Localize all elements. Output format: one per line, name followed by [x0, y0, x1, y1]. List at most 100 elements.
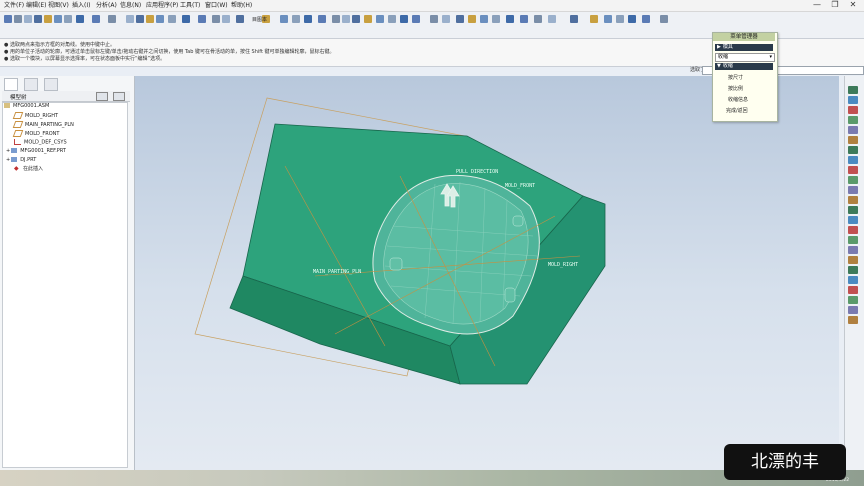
menu-item-shrink-info[interactable]: 收缩信息 — [728, 96, 748, 103]
toolbar-icon[interactable] — [76, 15, 84, 23]
toolbar-icon[interactable] — [534, 15, 542, 23]
menu-file[interactable]: 文件(F) — [4, 1, 24, 10]
tab-folder-browser[interactable] — [24, 78, 38, 91]
right-toolbar-icon[interactable] — [848, 146, 858, 154]
toolbar-icon[interactable] — [616, 15, 624, 23]
toolbar-icon[interactable] — [292, 15, 300, 23]
toolbar-icon[interactable] — [198, 15, 206, 23]
toolbar-icon[interactable] — [14, 15, 22, 23]
toolbar-icon[interactable] — [376, 15, 384, 23]
menu-insert[interactable]: 插入(I) — [72, 1, 90, 10]
toolbar-icon[interactable] — [604, 15, 612, 23]
toolbar-icon[interactable] — [442, 15, 450, 23]
minimize-button[interactable]: — — [808, 0, 826, 10]
right-toolbar-icon[interactable] — [848, 316, 858, 324]
toolbar-icon[interactable] — [364, 15, 372, 23]
toolbar-icon[interactable] — [182, 15, 190, 23]
toolbar-icon[interactable] — [304, 15, 312, 23]
right-toolbar-icon[interactable] — [848, 256, 858, 264]
toolbar-icon[interactable] — [236, 15, 244, 23]
toolbar-icon[interactable] — [456, 15, 464, 23]
toolbar-icon[interactable] — [492, 15, 500, 23]
toolbar-icon[interactable] — [4, 15, 12, 23]
toolbar-icon[interactable] — [400, 15, 408, 23]
menu-mold[interactable]: ▶ 模具 — [715, 44, 773, 51]
graphics-viewport[interactable]: PULL DIRECTION MAIN_PARTING_PLN MOLD_FRO… — [135, 76, 839, 470]
toolbar-icon[interactable] — [92, 15, 100, 23]
toolbar-icon[interactable] — [642, 15, 650, 23]
menu-info[interactable]: 信息(N) — [120, 1, 141, 10]
menu-tools[interactable]: 工具(T) — [180, 1, 200, 10]
tab-favorites[interactable] — [44, 78, 58, 91]
toolbar-icon[interactable] — [506, 15, 514, 23]
menu-item-by-scale[interactable]: 按比例 — [728, 85, 743, 92]
toolbar-icon[interactable] — [126, 15, 134, 23]
tree-item[interactable]: MOLD_RIGHT — [12, 112, 58, 120]
toolbar-icon[interactable] — [168, 15, 176, 23]
close-button[interactable]: ✕ — [844, 0, 862, 10]
right-toolbar-icon[interactable] — [848, 126, 858, 134]
right-toolbar-icon[interactable] — [848, 206, 858, 214]
toolbar-icon[interactable] — [108, 15, 116, 23]
toolbar-icon[interactable] — [388, 15, 396, 23]
menu-view[interactable]: 视图(V) — [48, 1, 69, 10]
right-toolbar-icon[interactable] — [848, 186, 858, 194]
right-toolbar-icon[interactable] — [848, 216, 858, 224]
right-toolbar-icon[interactable] — [848, 306, 858, 314]
menu-dropdown[interactable]: 收缩 ▾ — [715, 53, 775, 62]
done-return-button[interactable]: 完成/返回 — [726, 107, 748, 114]
right-toolbar-icon[interactable] — [848, 296, 858, 304]
right-toolbar-icon[interactable] — [848, 86, 858, 94]
menu-applications[interactable]: 应用程序(P) — [146, 1, 178, 10]
restore-button[interactable]: ❐ — [826, 0, 844, 10]
tree-item[interactable]: MFG0001.ASM — [4, 103, 49, 110]
toolbar-icon[interactable] — [590, 15, 598, 23]
tree-item[interactable]: MOLD_DEF_CSYS — [14, 139, 67, 147]
toolbar-icon[interactable] — [332, 15, 340, 23]
right-toolbar-icon[interactable] — [848, 196, 858, 204]
toolbar-icon[interactable] — [628, 15, 636, 23]
toolbar-icon[interactable] — [24, 15, 32, 23]
menu-help[interactable]: 帮助(H) — [231, 1, 252, 10]
toolbar-icon[interactable] — [54, 15, 62, 23]
right-toolbar-icon[interactable] — [848, 136, 858, 144]
tree-settings-button[interactable] — [96, 92, 108, 101]
toolbar-icon[interactable] — [570, 15, 578, 23]
tree-item[interactable]: + DJ.PRT — [6, 157, 36, 164]
right-toolbar-icon[interactable] — [848, 106, 858, 114]
toolbar-icon[interactable] — [136, 15, 144, 23]
toolbar-icon[interactable] — [222, 15, 230, 23]
tree-item[interactable]: MOLD_FRONT — [12, 130, 59, 138]
right-toolbar-icon[interactable] — [848, 236, 858, 244]
toolbar-icon[interactable] — [318, 15, 326, 23]
toolbar-icon[interactable] — [44, 15, 52, 23]
toolbar-icon[interactable] — [146, 15, 154, 23]
right-toolbar-icon[interactable] — [848, 266, 858, 274]
expand-icon[interactable]: + — [6, 157, 10, 163]
right-toolbar-icon[interactable] — [848, 286, 858, 294]
toolbar-icon[interactable] — [430, 15, 438, 23]
menu-shrinkage-section[interactable]: ▼ 收缩 — [715, 63, 773, 70]
right-toolbar-icon[interactable] — [848, 96, 858, 104]
tree-item[interactable]: + MFG0001_REF.PRT — [6, 148, 66, 155]
right-toolbar-icon[interactable] — [848, 166, 858, 174]
tab-model-tree[interactable] — [4, 78, 18, 91]
toolbar-icon[interactable] — [520, 15, 528, 23]
toolbar-icon[interactable] — [480, 15, 488, 23]
menu-analysis[interactable]: 分析(A) — [96, 1, 117, 10]
toolbar-icon[interactable] — [660, 15, 668, 23]
toolbar-icon[interactable] — [468, 15, 476, 23]
toolbar-icon[interactable] — [412, 15, 420, 23]
toolbar-icon[interactable] — [342, 15, 350, 23]
right-toolbar-icon[interactable] — [848, 116, 858, 124]
tree-item[interactable]: ◆ 在此插入 — [14, 166, 43, 173]
tree-filter-button[interactable] — [113, 92, 125, 101]
menu-item-by-dimension[interactable]: 按尺寸 — [728, 74, 743, 81]
expand-icon[interactable]: + — [6, 148, 10, 154]
toolbar-icon[interactable] — [280, 15, 288, 23]
menu-edit[interactable]: 编辑(E) — [26, 1, 46, 10]
right-toolbar-icon[interactable] — [848, 276, 858, 284]
toolbar-icon[interactable] — [156, 15, 164, 23]
toolbar-icon[interactable] — [34, 15, 42, 23]
right-toolbar-icon[interactable] — [848, 226, 858, 234]
